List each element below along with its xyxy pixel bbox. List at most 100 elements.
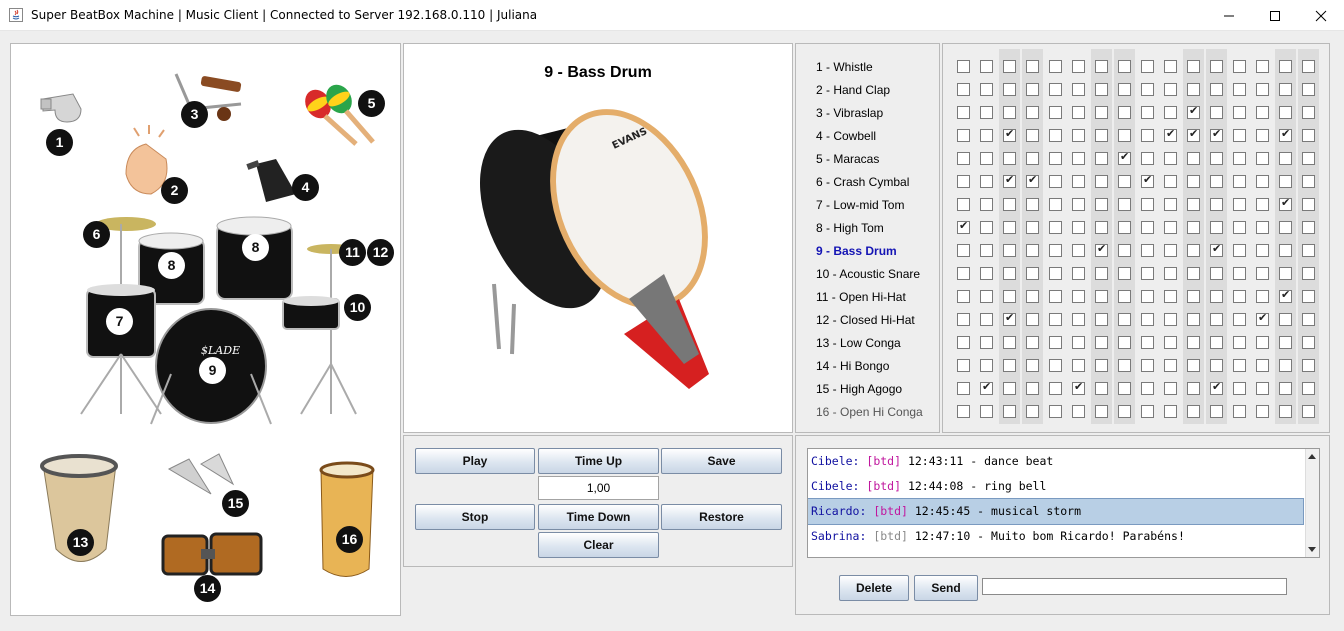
beat-checkbox[interactable] bbox=[1026, 382, 1039, 395]
beat-checkbox[interactable] bbox=[1279, 106, 1292, 119]
beat-checkbox[interactable] bbox=[1233, 382, 1246, 395]
beat-checkbox[interactable] bbox=[1164, 267, 1177, 280]
beat-checkbox[interactable] bbox=[1233, 336, 1246, 349]
beat-checkbox[interactable] bbox=[1164, 359, 1177, 372]
beat-checkbox[interactable] bbox=[1003, 83, 1016, 96]
instrument-item[interactable]: 1 - Whistle bbox=[816, 60, 873, 74]
instrument-item[interactable]: 13 - Low Conga bbox=[816, 336, 901, 350]
beat-checkbox[interactable] bbox=[1118, 150, 1131, 165]
beat-checkbox[interactable] bbox=[1118, 244, 1131, 257]
beat-checkbox[interactable] bbox=[1164, 221, 1177, 234]
beat-checkbox[interactable] bbox=[1302, 152, 1315, 165]
beat-checkbox[interactable] bbox=[957, 175, 970, 188]
beat-checkbox[interactable] bbox=[1118, 129, 1131, 142]
beat-checkbox[interactable] bbox=[1210, 242, 1223, 257]
instrument-item[interactable]: 3 - Vibraslap bbox=[816, 106, 883, 120]
beat-checkbox[interactable] bbox=[1302, 359, 1315, 372]
beat-checkbox[interactable] bbox=[1026, 152, 1039, 165]
beat-checkbox[interactable] bbox=[1279, 288, 1292, 303]
beat-checkbox[interactable] bbox=[1187, 127, 1200, 142]
beat-checkbox[interactable] bbox=[1118, 83, 1131, 96]
beat-checkbox[interactable] bbox=[1256, 336, 1269, 349]
instrument-item[interactable]: 2 - Hand Clap bbox=[816, 83, 890, 97]
beat-checkbox[interactable] bbox=[1302, 175, 1315, 188]
beat-checkbox[interactable] bbox=[1095, 405, 1108, 418]
beat-checkbox[interactable] bbox=[1233, 83, 1246, 96]
beat-checkbox[interactable] bbox=[980, 83, 993, 96]
beat-checkbox[interactable] bbox=[1003, 336, 1016, 349]
beat-checkbox[interactable] bbox=[1279, 127, 1292, 142]
beat-checkbox[interactable] bbox=[980, 198, 993, 211]
beat-checkbox[interactable] bbox=[1302, 60, 1315, 73]
beat-checkbox[interactable] bbox=[957, 83, 970, 96]
beat-checkbox[interactable] bbox=[1233, 221, 1246, 234]
beat-checkbox[interactable] bbox=[1026, 290, 1039, 303]
beat-checkbox[interactable] bbox=[1095, 267, 1108, 280]
beat-checkbox[interactable] bbox=[957, 129, 970, 142]
beat-checkbox[interactable] bbox=[1279, 267, 1292, 280]
beat-checkbox[interactable] bbox=[1003, 198, 1016, 211]
beat-checkbox[interactable] bbox=[957, 198, 970, 211]
beat-checkbox[interactable] bbox=[1187, 198, 1200, 211]
time-up-button[interactable]: Time Up bbox=[538, 448, 659, 474]
tempo-field[interactable]: 1,00 bbox=[538, 476, 659, 500]
beat-checkbox[interactable] bbox=[1072, 106, 1085, 119]
beat-checkbox[interactable] bbox=[1279, 175, 1292, 188]
beat-checkbox[interactable] bbox=[1049, 267, 1062, 280]
beat-checkbox[interactable] bbox=[1210, 106, 1223, 119]
beat-checkbox[interactable] bbox=[1072, 152, 1085, 165]
beat-checkbox[interactable] bbox=[1003, 106, 1016, 119]
beat-checkbox[interactable] bbox=[1141, 359, 1154, 372]
beat-checkbox[interactable] bbox=[957, 219, 970, 234]
beat-checkbox[interactable] bbox=[1141, 405, 1154, 418]
beat-checkbox[interactable] bbox=[1233, 359, 1246, 372]
beat-checkbox[interactable] bbox=[1072, 198, 1085, 211]
beat-checkbox[interactable] bbox=[1302, 290, 1315, 303]
beat-checkbox[interactable] bbox=[1072, 221, 1085, 234]
play-button[interactable]: Play bbox=[415, 448, 535, 474]
beat-checkbox[interactable] bbox=[1003, 244, 1016, 257]
beat-checkbox[interactable] bbox=[980, 267, 993, 280]
beat-checkbox[interactable] bbox=[1072, 380, 1085, 395]
beat-checkbox[interactable] bbox=[1072, 336, 1085, 349]
beat-checkbox[interactable] bbox=[1302, 382, 1315, 395]
beat-checkbox[interactable] bbox=[1210, 198, 1223, 211]
beat-checkbox[interactable] bbox=[1187, 359, 1200, 372]
beat-checkbox[interactable] bbox=[1302, 313, 1315, 326]
beat-checkbox[interactable] bbox=[1279, 313, 1292, 326]
beat-checkbox[interactable] bbox=[1302, 405, 1315, 418]
beat-checkbox[interactable] bbox=[1187, 290, 1200, 303]
beat-checkbox[interactable] bbox=[1279, 336, 1292, 349]
beat-checkbox[interactable] bbox=[1026, 129, 1039, 142]
beat-checkbox[interactable] bbox=[1049, 359, 1062, 372]
maximize-button[interactable] bbox=[1252, 0, 1298, 31]
beat-checkbox[interactable] bbox=[1003, 127, 1016, 142]
java-app-icon[interactable] bbox=[9, 8, 23, 22]
beat-checkbox[interactable] bbox=[1187, 336, 1200, 349]
beat-checkbox[interactable] bbox=[1049, 152, 1062, 165]
beat-checkbox[interactable] bbox=[1279, 83, 1292, 96]
beat-checkbox[interactable] bbox=[1095, 106, 1108, 119]
beat-checkbox[interactable] bbox=[980, 129, 993, 142]
beat-checkbox[interactable] bbox=[1026, 336, 1039, 349]
beat-checkbox[interactable] bbox=[1026, 244, 1039, 257]
beat-checkbox[interactable] bbox=[1141, 267, 1154, 280]
beat-checkbox[interactable] bbox=[1141, 290, 1154, 303]
beat-checkbox[interactable] bbox=[1187, 152, 1200, 165]
beat-checkbox[interactable] bbox=[1049, 290, 1062, 303]
beat-checkbox[interactable] bbox=[1003, 221, 1016, 234]
beat-checkbox[interactable] bbox=[1164, 244, 1177, 257]
beat-checkbox[interactable] bbox=[957, 405, 970, 418]
beat-checkbox[interactable] bbox=[1210, 267, 1223, 280]
beat-checkbox[interactable] bbox=[1072, 267, 1085, 280]
beat-checkbox[interactable] bbox=[1049, 83, 1062, 96]
time-down-button[interactable]: Time Down bbox=[538, 504, 659, 530]
beat-checkbox[interactable] bbox=[1279, 196, 1292, 211]
beat-checkbox[interactable] bbox=[1187, 267, 1200, 280]
beat-checkbox[interactable] bbox=[1072, 129, 1085, 142]
beat-checkbox[interactable] bbox=[1118, 290, 1131, 303]
beat-checkbox[interactable] bbox=[1210, 60, 1223, 73]
beat-checkbox[interactable] bbox=[1072, 359, 1085, 372]
instrument-item[interactable]: 11 - Open Hi-Hat bbox=[816, 290, 906, 304]
beat-checkbox[interactable] bbox=[1256, 359, 1269, 372]
